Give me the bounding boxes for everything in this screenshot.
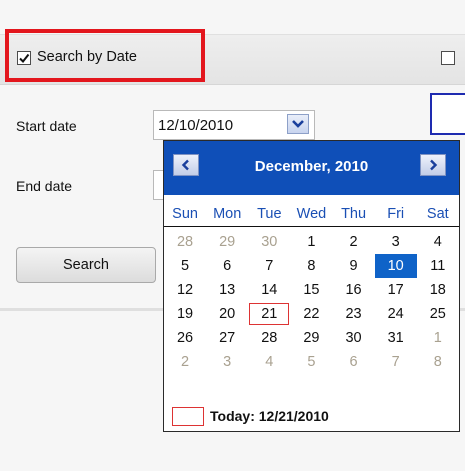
calendar-day[interactable]: 20 <box>206 302 248 326</box>
calendar-day[interactable]: 2 <box>333 230 375 254</box>
weekday-label: Mon <box>213 206 242 222</box>
calendar-day[interactable]: 26 <box>164 326 206 350</box>
calendar-week-row: 28 29 30 1 2 3 4 <box>164 230 459 254</box>
previous-month-button[interactable] <box>173 154 199 176</box>
calendar-week-row: 5 6 7 8 9 10 11 <box>164 254 459 278</box>
today-swatch <box>172 407 204 426</box>
calendar-day-today[interactable]: 21 <box>248 302 290 326</box>
calendar-day[interactable]: 18 <box>417 278 459 302</box>
weekday-label: Thu <box>341 206 367 222</box>
calendar-day[interactable]: 11 <box>417 254 459 278</box>
calendar-day[interactable]: 1 <box>417 326 459 350</box>
weekday-label: Tue <box>257 206 282 222</box>
calendar-day[interactable]: 9 <box>333 254 375 278</box>
calendar-day[interactable]: 4 <box>417 230 459 254</box>
calendar-day[interactable]: 3 <box>206 350 248 374</box>
calendar-day[interactable]: 4 <box>248 350 290 374</box>
calendar-day[interactable]: 13 <box>206 278 248 302</box>
calendar-week-row: 26 27 28 29 30 31 1 <box>164 326 459 350</box>
calendar-day[interactable]: 16 <box>333 278 375 302</box>
start-date-dropdown-button[interactable] <box>287 114 309 134</box>
chevron-right-icon <box>430 159 438 171</box>
calendar-day[interactable]: 28 <box>248 326 290 350</box>
calendar-day[interactable]: 31 <box>375 326 417 350</box>
calendar-day[interactable]: 8 <box>290 254 332 278</box>
calendar-day[interactable]: 30 <box>333 326 375 350</box>
calendar-day[interactable]: 15 <box>290 278 332 302</box>
calendar-day[interactable]: 29 <box>290 326 332 350</box>
calendar-week-row: 12 13 14 15 16 17 18 <box>164 278 459 302</box>
calendar-day[interactable]: 6 <box>206 254 248 278</box>
weekday-label: Wed <box>296 206 327 222</box>
next-month-button[interactable] <box>420 154 446 176</box>
calendar-day[interactable]: 3 <box>375 230 417 254</box>
calendar-month-title: December, 2010 <box>254 158 369 175</box>
weekday-label: Fri <box>387 206 405 222</box>
calendar-day[interactable]: 24 <box>375 302 417 326</box>
weekday-header: Sun Mon Tue Wed Thu Fri Sat <box>164 206 459 226</box>
calendar-day[interactable]: 27 <box>206 326 248 350</box>
calendar-week-row: 2345678 <box>164 350 459 374</box>
start-date-label: Start date <box>16 118 77 134</box>
search-button[interactable]: Search <box>16 247 156 283</box>
calendar-day[interactable]: 8 <box>417 350 459 374</box>
today-link[interactable]: Today: 12/21/2010 <box>210 408 329 424</box>
calendar-day[interactable]: 19 <box>164 302 206 326</box>
end-date-label: End date <box>16 178 73 194</box>
calendar-day[interactable]: 2 <box>164 350 206 374</box>
calendar-day[interactable]: 30 <box>248 230 290 254</box>
chevron-down-icon <box>292 120 304 128</box>
secondary-checkbox[interactable] <box>441 51 455 65</box>
calendar-day[interactable]: 22 <box>290 302 332 326</box>
calendar-week-row: 19 20 21 22 23 24 25 <box>164 302 459 326</box>
calendar-day-grid: 28 29 30 1 2 3 4 5 6 7 8 9 10 11 12 13 14 15 16 17 18 19 20 21 2… <box>164 230 459 374</box>
calendar-day[interactable]: 14 <box>248 278 290 302</box>
start-date-value[interactable]: 12/10/2010 <box>158 117 233 134</box>
weekday-label: Sun <box>172 206 198 222</box>
calendar-day-selected[interactable]: 10 <box>374 254 417 278</box>
calendar-day[interactable]: 12 <box>164 278 206 302</box>
calendar-day[interactable]: 7 <box>375 350 417 374</box>
calendar-day[interactable]: 25 <box>417 302 459 326</box>
calendar-day[interactable]: 28 <box>164 230 206 254</box>
calendar-day[interactable]: 6 <box>333 350 375 374</box>
calendar-day[interactable]: 7 <box>248 254 290 278</box>
calendar-day[interactable]: 5 <box>290 350 332 374</box>
divider <box>164 226 459 227</box>
chevron-left-icon <box>181 159 189 171</box>
calendar-day[interactable]: 29 <box>206 230 248 254</box>
calendar-day[interactable]: 1 <box>290 230 332 254</box>
calendar-day[interactable]: 23 <box>333 302 375 326</box>
secondary-input[interactable] <box>430 93 465 135</box>
calendar-day[interactable]: 17 <box>375 278 417 302</box>
highlight-frame <box>5 29 205 82</box>
weekday-label: Sat <box>426 206 449 222</box>
calendar-day[interactable]: 5 <box>164 254 206 278</box>
